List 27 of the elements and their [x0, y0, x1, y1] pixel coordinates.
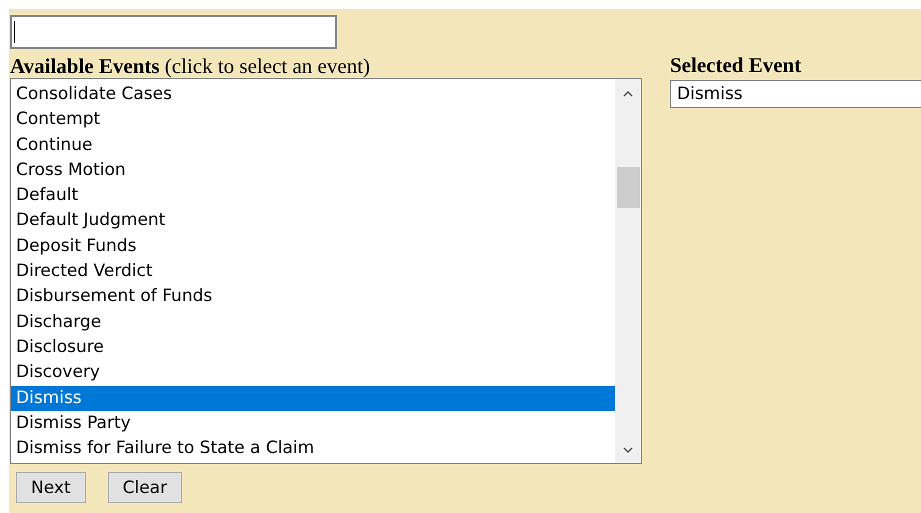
events-listbox[interactable] — [10, 78, 642, 464]
event-list-item[interactable]: Consolidate Cases — [11, 82, 615, 108]
scroll-down-icon[interactable] — [623, 447, 633, 453]
selected-event-heading: Selected Event — [670, 53, 802, 77]
event-list-item[interactable]: Continue — [11, 132, 615, 158]
scroll-up-icon[interactable] — [623, 91, 633, 97]
available-events-hint: (click to select an event) — [164, 54, 370, 78]
form-button[interactable]: Clear — [108, 472, 182, 503]
event-list-item[interactable]: Dismiss — [11, 386, 615, 411]
form-button[interactable]: Next — [16, 472, 86, 503]
event-list-item[interactable]: Dismiss Party — [11, 410, 615, 436]
event-list-item[interactable]: Discharge — [11, 310, 615, 335]
search-field[interactable] — [10, 15, 337, 49]
event-list-item[interactable]: Disbursement of Funds — [11, 284, 615, 310]
event-list-item[interactable]: Default Judgment — [11, 208, 615, 234]
event-list-item[interactable]: Default — [11, 183, 615, 208]
event-list-item[interactable]: Directed Verdict — [11, 259, 615, 284]
event-list-item[interactable]: Discovery — [11, 360, 615, 386]
event-list-item[interactable]: Deposit Funds — [11, 234, 615, 260]
event-list-item[interactable]: Contempt — [11, 107, 615, 133]
available-events-heading: Available Events — [10, 54, 160, 78]
scrollbar-thumb[interactable] — [617, 167, 640, 208]
scrollbar[interactable] — [615, 79, 641, 463]
event-list-item[interactable]: Cross Motion — [11, 158, 615, 184]
event-list-item[interactable]: Disclosure — [11, 334, 615, 360]
event-list-item[interactable]: Dismiss for Failure to State a Claim — [11, 436, 615, 462]
selected-event-field[interactable]: Dismiss — [670, 80, 921, 108]
